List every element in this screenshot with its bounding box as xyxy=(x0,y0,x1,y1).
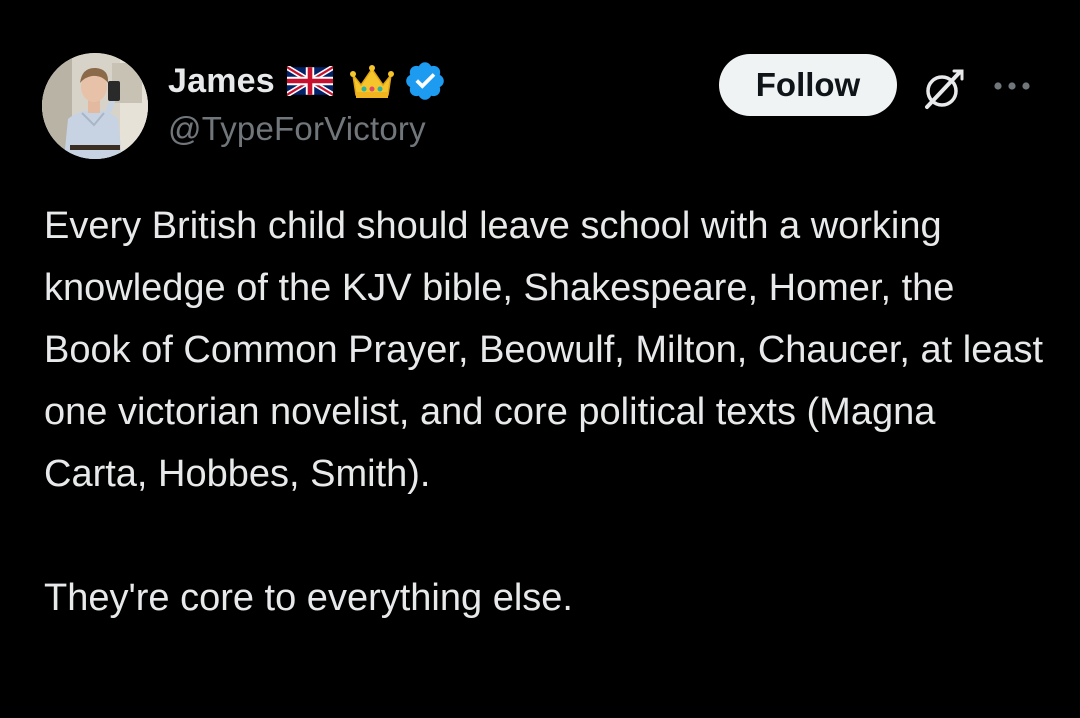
verified-badge-icon[interactable] xyxy=(403,59,447,103)
author-handle[interactable]: @TypeForVictory xyxy=(168,110,426,148)
follow-button[interactable]: Follow xyxy=(719,54,897,116)
uk-flag-icon xyxy=(285,64,335,98)
tweet-paragraph: They're core to everything else. xyxy=(44,577,573,619)
display-name[interactable]: James xyxy=(168,62,275,101)
avatar[interactable] xyxy=(42,53,148,159)
tweet-body: Every British child should leave school … xyxy=(44,195,1044,629)
grok-icon[interactable] xyxy=(918,65,968,115)
tweet-paragraph: Every British child should leave school … xyxy=(44,205,1044,495)
more-options-icon[interactable] xyxy=(990,74,1034,98)
author-name-row[interactable]: James xyxy=(168,58,447,104)
crown-icon xyxy=(349,61,395,101)
